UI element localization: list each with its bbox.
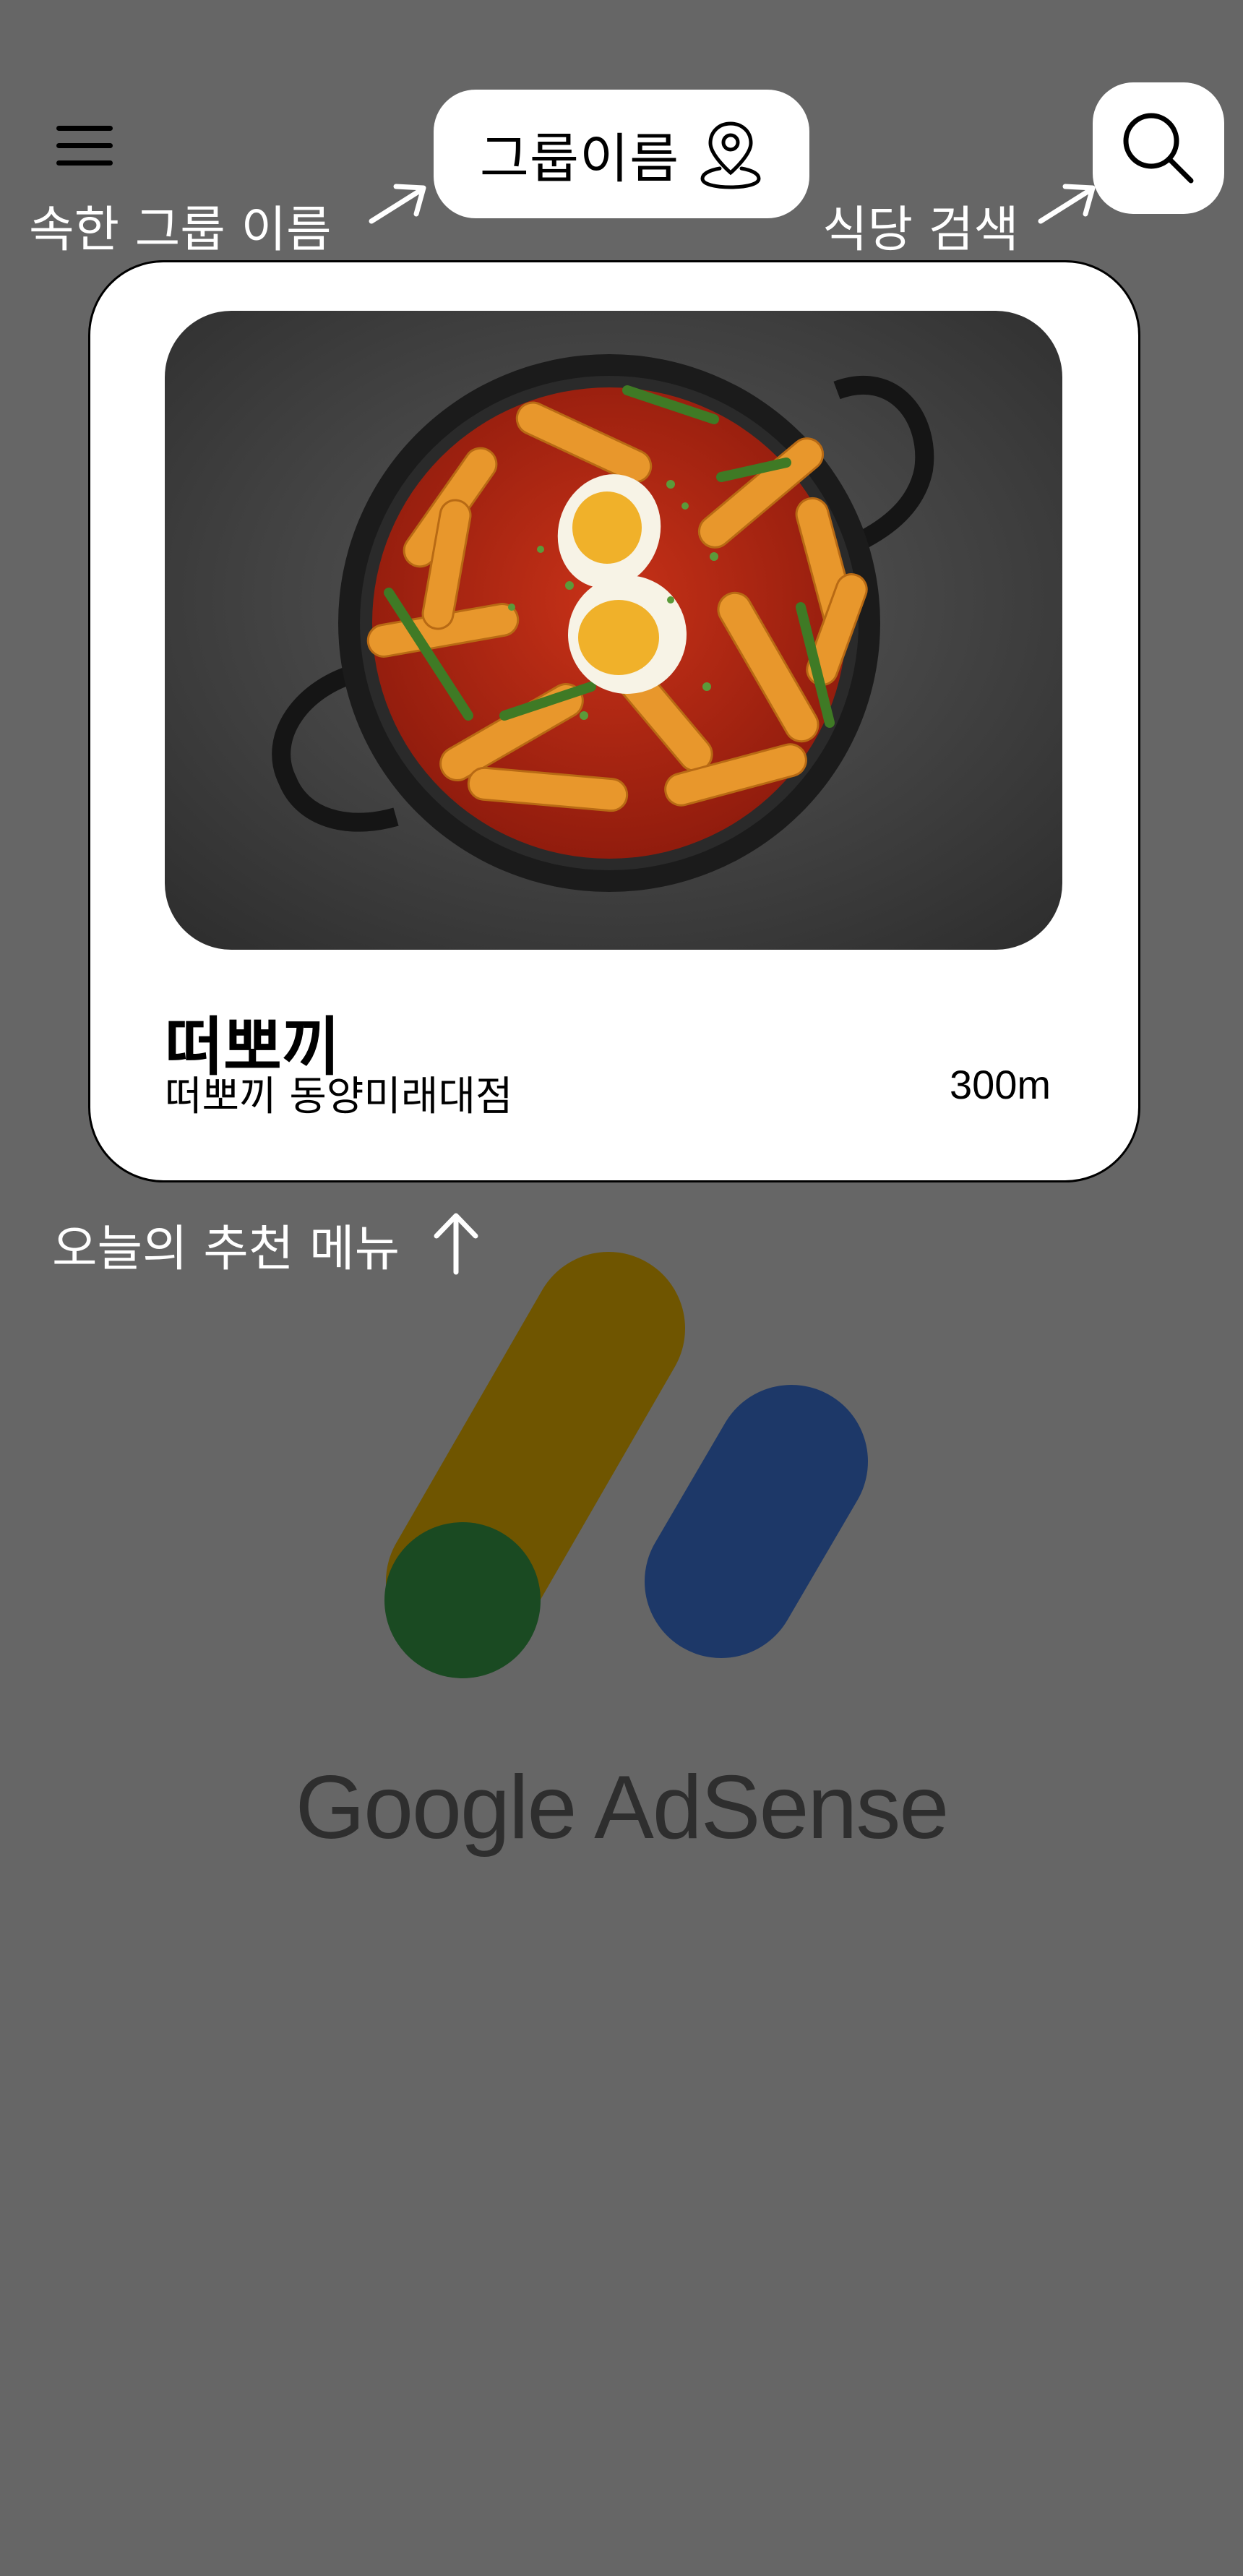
store-name: 떠뽀끼 동양미래대점 bbox=[165, 1073, 513, 1120]
search-icon bbox=[1123, 113, 1194, 184]
menu-button[interactable] bbox=[49, 120, 121, 178]
annotation-arrow-icon bbox=[369, 184, 426, 224]
adsense-logo-icon bbox=[384, 1252, 868, 1678]
food-photo bbox=[165, 311, 1062, 950]
search-button[interactable] bbox=[1093, 82, 1224, 214]
distance-label: 300m bbox=[950, 1062, 1051, 1107]
location-pin-icon bbox=[700, 121, 761, 189]
ad-banner[interactable]: Google AdSense bbox=[289, 1243, 954, 1879]
group-name: 그룹이름 bbox=[479, 127, 680, 190]
search-annotation: 식당 검색 bbox=[822, 202, 1019, 259]
hamburger-menu-icon bbox=[56, 126, 113, 131]
hamburger-bar bbox=[56, 143, 113, 148]
group-name-annotation: 속한 그룹 이름 bbox=[29, 202, 332, 259]
annotation-arrow-icon bbox=[1038, 184, 1096, 224]
group-selector-button[interactable]: 그룹이름 bbox=[434, 90, 809, 218]
hamburger-bar bbox=[56, 160, 113, 166]
ad-label: Google AdSense bbox=[295, 1758, 950, 1858]
